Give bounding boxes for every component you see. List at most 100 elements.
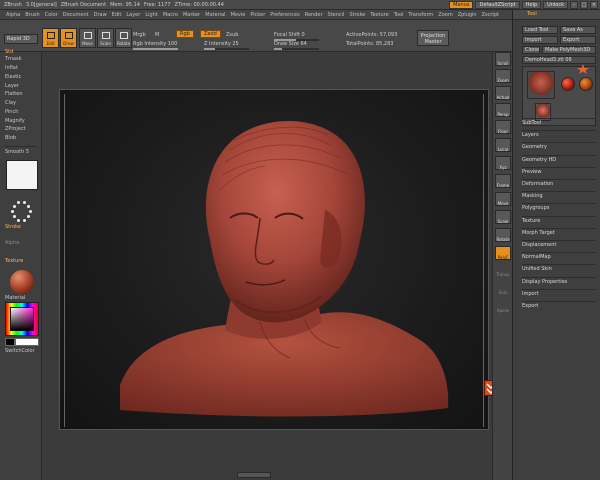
move-button[interactable]: Move xyxy=(79,28,96,48)
viewport-canvas[interactable] xyxy=(59,89,489,430)
fg-bg-swatches[interactable] xyxy=(5,338,39,346)
polyf-icon[interactable]: PolyF xyxy=(495,246,511,260)
canvas-scroll-handle[interactable] xyxy=(237,472,271,478)
sphere3d-thumbnail[interactable] xyxy=(561,77,575,91)
tool-section-morph-target[interactable]: Morph Target xyxy=(522,230,555,236)
stroke-dots-icon[interactable] xyxy=(8,198,34,224)
actual-icon[interactable]: Actual xyxy=(495,86,511,100)
clone-button[interactable]: Clone xyxy=(522,46,540,54)
edit-button[interactable]: Edit xyxy=(42,28,59,48)
make-polymesh-button[interactable]: Make PolyMesh3D xyxy=(542,46,596,54)
color-picker-square[interactable] xyxy=(10,307,34,331)
tool-section-subtool[interactable]: SubTool xyxy=(522,120,541,126)
brush-layer[interactable]: Layer xyxy=(5,83,19,89)
minimize-icon[interactable]: – xyxy=(570,1,578,9)
brush-magnify[interactable]: Magnify xyxy=(5,118,25,124)
move-icon[interactable]: Move xyxy=(495,192,511,206)
polymesh-thumbnail[interactable] xyxy=(579,77,593,91)
draw-button[interactable]: Draw xyxy=(60,28,77,48)
menu-picker[interactable]: Picker xyxy=(250,12,265,18)
xpose-icon[interactable]: Xpose xyxy=(495,300,511,314)
draw-size-slider[interactable]: Draw Size 64 xyxy=(274,41,307,47)
floor-icon[interactable]: Floor xyxy=(495,120,511,134)
material-sphere-icon[interactable] xyxy=(10,270,34,294)
tool-section-masking[interactable]: Masking xyxy=(522,193,543,199)
brush-elastic[interactable]: Elastic xyxy=(5,74,21,80)
menu-zscript[interactable]: Zscript xyxy=(482,12,499,18)
current-tool-slider[interactable]: DemoHead3.ztl 06 xyxy=(522,56,596,64)
menu-draw[interactable]: Draw xyxy=(94,12,107,18)
tool-palette-title[interactable]: Tool xyxy=(513,10,600,20)
stroke-preview[interactable] xyxy=(6,160,38,190)
z-intensity-slider[interactable]: Z Intensity 25 xyxy=(204,41,239,47)
tool-section-layers[interactable]: Layers xyxy=(522,132,539,138)
solo-icon[interactable]: Solo xyxy=(495,282,511,296)
menu-tool[interactable]: Tool xyxy=(394,12,404,18)
menu-material[interactable]: Material xyxy=(205,12,225,18)
menu-alpha[interactable]: Alpha xyxy=(6,12,20,18)
brush-clay[interactable]: Clay xyxy=(5,100,16,106)
local-icon[interactable]: Local xyxy=(495,138,511,152)
projection-master-button[interactable]: Projection Master xyxy=(417,30,449,46)
menu-stencil[interactable]: Stencil xyxy=(328,12,345,18)
rotate-button[interactable]: Rotate xyxy=(115,28,132,48)
menu-brush[interactable]: Brush xyxy=(25,12,39,18)
focal-shift-slider[interactable]: Focal Shift 0 xyxy=(274,32,305,38)
menu-zoom[interactable]: Zoom xyxy=(438,12,452,18)
menu-marker[interactable]: Marker xyxy=(183,12,200,18)
unlock-button[interactable]: Unlock xyxy=(543,1,568,9)
menu-layer[interactable]: Layer xyxy=(126,12,140,18)
brush-blob[interactable]: Blob xyxy=(5,135,16,141)
brush-flatten[interactable]: Flatten xyxy=(5,91,23,97)
rapid-3d-button[interactable]: Rapid 3D xyxy=(4,34,38,44)
main-color-swatch[interactable] xyxy=(5,338,15,346)
zoom-icon[interactable]: Zoom xyxy=(495,69,511,83)
tool-section-unified-skin[interactable]: Unified Skin xyxy=(522,266,552,272)
color-picker[interactable] xyxy=(5,302,39,336)
export-button[interactable]: Export xyxy=(560,36,596,44)
menu-movie[interactable]: Movie xyxy=(231,12,246,18)
tool-section-import[interactable]: Import xyxy=(522,291,539,297)
menu-color[interactable]: Color xyxy=(45,12,58,18)
frame-icon[interactable]: Frame xyxy=(495,174,511,188)
menus-button[interactable]: Menus xyxy=(449,1,474,9)
default-zscript-button[interactable]: DefaultZScript xyxy=(475,1,520,9)
import-button[interactable]: Import xyxy=(522,36,558,44)
brush-std[interactable]: Std xyxy=(5,49,13,55)
rotate-icon[interactable]: Rotate xyxy=(495,228,511,242)
tool-section-texture[interactable]: Texture xyxy=(522,218,540,224)
transp-icon[interactable]: Transp xyxy=(495,264,511,278)
tool-section-preview[interactable]: Preview xyxy=(522,169,541,175)
tool-section-export[interactable]: Export xyxy=(522,303,538,309)
brush-inflat[interactable]: Inflat xyxy=(5,65,18,71)
tool-section-display-properties[interactable]: Display Properties xyxy=(522,279,567,285)
scale-button[interactable]: Scale xyxy=(97,28,114,48)
menu-preferences[interactable]: Preferences xyxy=(270,12,299,18)
rgb-intensity-slider[interactable]: Rgb Intensity 100 xyxy=(133,41,177,47)
maximize-icon[interactable]: □ xyxy=(580,1,588,9)
close-icon[interactable]: × xyxy=(590,1,598,9)
tool-section-deformation[interactable]: Deformation xyxy=(522,181,553,187)
sculpted-head-model[interactable] xyxy=(60,90,490,431)
tool-section-displacement[interactable]: Displacement xyxy=(522,242,556,248)
brush-tmask[interactable]: Tmask xyxy=(5,56,22,62)
menu-stroke[interactable]: Stroke xyxy=(349,12,365,18)
tool-section-normalmap[interactable]: NormalMap xyxy=(522,254,551,260)
z-intensity-track[interactable] xyxy=(204,48,249,50)
rgb-toggle[interactable]: Rgb xyxy=(176,30,194,38)
menu-light[interactable]: Light xyxy=(145,12,157,18)
scale-icon[interactable]: Scale xyxy=(495,210,511,224)
zadd-toggle[interactable]: Zadd xyxy=(200,30,221,38)
switch-color-button[interactable]: SwitchColor xyxy=(5,348,35,354)
tool-section-geometry-hd[interactable]: Geometry HD xyxy=(522,157,556,163)
menu-document[interactable]: Document xyxy=(63,12,89,18)
xyz-icon[interactable]: Xyz xyxy=(495,156,511,170)
draw-size-track[interactable] xyxy=(274,48,319,50)
scroll-icon[interactable]: Scroll xyxy=(495,52,511,66)
smooth-slider[interactable]: Smooth 5 xyxy=(5,149,29,155)
m-toggle[interactable]: M xyxy=(155,32,159,38)
menu-transform[interactable]: Transform xyxy=(408,12,433,18)
menu-render[interactable]: Render xyxy=(305,12,323,18)
menu-edit[interactable]: Edit xyxy=(112,12,122,18)
menu-macro[interactable]: Macro xyxy=(163,12,178,18)
